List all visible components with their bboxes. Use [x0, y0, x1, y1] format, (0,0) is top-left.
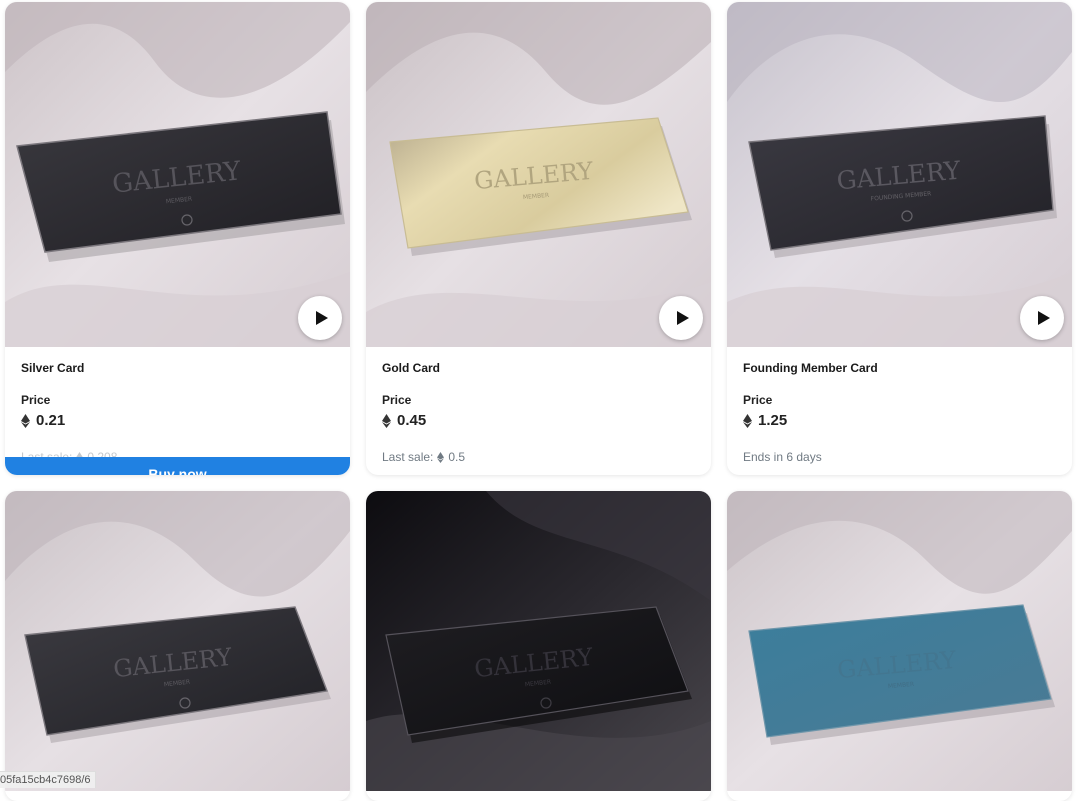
eth-icon — [382, 413, 391, 428]
eth-icon — [21, 413, 30, 428]
card-title: Founding Member Card — [743, 361, 878, 375]
last-sale: Last sale: 0.5 — [382, 450, 466, 464]
price-value-row: 1.25 — [743, 412, 787, 429]
card-media[interactable]: GALLERY FOUNDING MEMBER — [727, 2, 1072, 347]
card-media[interactable]: GALLERY MEMBER — [366, 2, 711, 347]
card-media[interactable]: GALLERY MEMBER — [366, 491, 711, 791]
status-bar-url: 05fa15cb4c7698/6 — [0, 771, 96, 788]
card-title: Silver Card — [21, 361, 85, 375]
card-image: GALLERY MEMBER — [366, 2, 711, 347]
price-value: 1.25 — [758, 412, 788, 429]
card-image: GALLERY MEMBER — [727, 491, 1072, 791]
nft-card[interactable]: GALLERY MEMBER — [366, 491, 711, 801]
nft-card-gold[interactable]: GALLERY MEMBER Gold Card Price 0.45 Last… — [366, 2, 711, 475]
auction-ends: Ends in 6 days — [743, 450, 822, 464]
play-icon — [315, 311, 328, 325]
price-label: Price — [21, 393, 51, 407]
card-media[interactable]: GALLERY MEMBER — [5, 491, 350, 791]
nft-card[interactable]: GALLERY MEMBER — [727, 491, 1072, 801]
nft-card[interactable]: GALLERY MEMBER — [5, 491, 350, 801]
price-label: Price — [382, 393, 412, 407]
card-title: Gold Card — [382, 361, 441, 375]
nft-card-silver[interactable]: GALLERY MEMBER Silver Card Price 0.21 La… — [5, 2, 350, 475]
card-media[interactable]: GALLERY MEMBER — [5, 2, 350, 347]
play-button[interactable] — [298, 296, 342, 340]
play-button[interactable] — [659, 296, 703, 340]
card-image: GALLERY MEMBER — [366, 491, 711, 791]
eth-icon — [437, 451, 445, 463]
price-value-row: 0.21 — [21, 412, 65, 429]
eth-icon — [743, 413, 752, 428]
play-button[interactable] — [1020, 296, 1064, 340]
card-image: GALLERY FOUNDING MEMBER — [727, 2, 1072, 347]
nft-card-founding-member[interactable]: GALLERY FOUNDING MEMBER Founding Member … — [727, 2, 1072, 475]
card-media[interactable]: GALLERY MEMBER — [727, 491, 1072, 791]
price-value: 0.21 — [36, 412, 66, 429]
price-label: Price — [743, 393, 773, 407]
price-value: 0.45 — [397, 412, 427, 429]
card-image: GALLERY MEMBER — [5, 2, 350, 347]
play-icon — [1037, 311, 1050, 325]
buy-now-button[interactable]: Buy now — [5, 457, 350, 475]
card-image: GALLERY MEMBER — [5, 491, 350, 791]
price-value-row: 0.45 — [382, 412, 426, 429]
play-icon — [676, 311, 689, 325]
